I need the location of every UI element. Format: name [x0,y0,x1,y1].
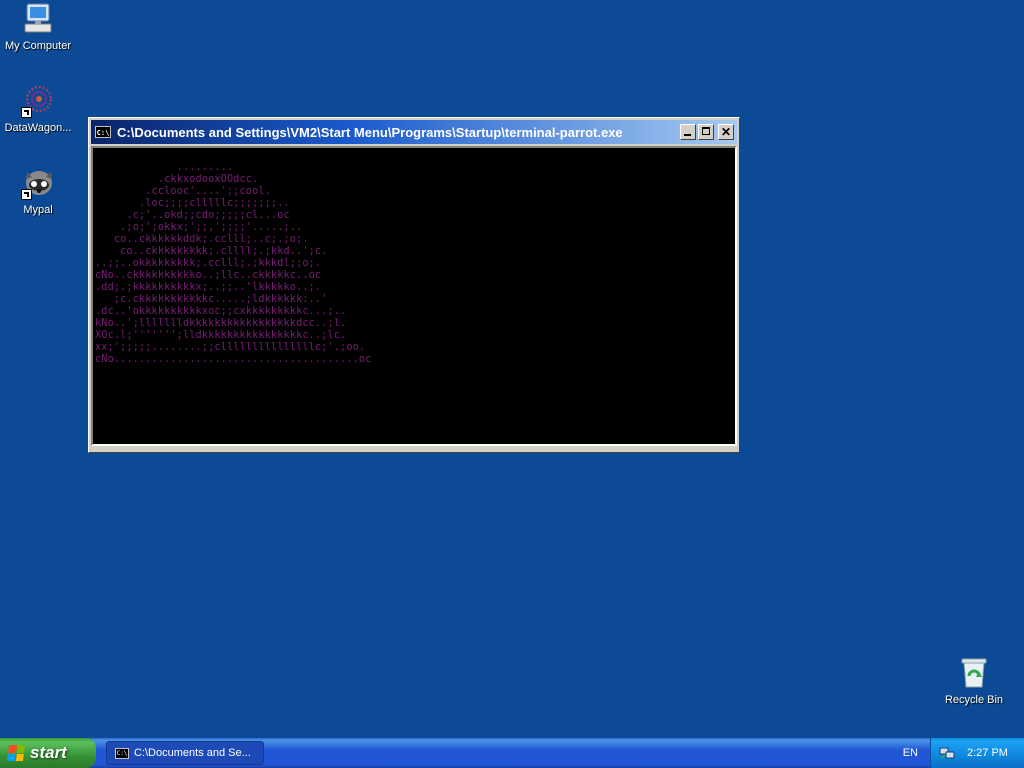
desktop-icon-datawagon[interactable]: DataWagon... [0,84,78,135]
taskbar: start C:\ C:\Documents and Se... EN 2:27… [0,738,1024,768]
network-icon[interactable] [939,746,955,760]
console-window[interactable]: C:\ C:\Documents and Settings\VM2\Start … [88,117,740,453]
windows-logo-icon [6,745,26,761]
console-app-icon[interactable]: C:\ [95,126,111,138]
mypal-shortcut-icon [21,166,55,200]
start-label: start [30,743,67,762]
desktop-icon-label: My Computer [4,40,72,52]
minimize-icon [684,134,691,136]
console-text: ......... .ckkxodooxOOdcc. .cclooc'....'… [95,162,372,365]
desktop-icon-recycle-bin[interactable]: Recycle Bin [934,656,1014,707]
desktop-icon-label: Recycle Bin [944,694,1004,706]
my-computer-icon [21,2,55,36]
console-app-icon: C:\ [115,747,129,759]
start-button[interactable]: start [0,738,96,768]
close-icon: ✕ [720,125,732,139]
desktop-icon-mypal[interactable]: Mypal [0,166,78,217]
desktop-icon-my-computer[interactable]: My Computer [0,2,78,53]
shortcut-arrow-icon [21,107,32,118]
minimize-button[interactable] [680,124,696,140]
window-title: C:\Documents and Settings\VM2\Start Menu… [117,124,623,140]
maximize-button[interactable] [698,124,714,140]
maximize-icon [702,127,710,135]
recycle-bin-icon [957,656,991,690]
language-indicator[interactable]: EN [903,747,918,759]
close-button[interactable]: ✕ [718,124,734,140]
shortcut-arrow-icon [21,189,32,200]
console-output-area[interactable]: ......... .ckkxodooxOOdcc. .cclooc'....'… [91,146,737,446]
desktop-icon-label: DataWagon... [4,122,72,134]
datawagon-shortcut-icon [21,84,55,118]
clock[interactable]: 2:27 PM [967,747,1008,759]
window-titlebar[interactable]: C:\ C:\Documents and Settings\VM2\Start … [91,120,737,144]
taskbar-item-console[interactable]: C:\ C:\Documents and Se... [106,741,264,765]
desktop-icon-label: Mypal [23,204,53,216]
taskbar-item-label: C:\Documents and Se... [134,747,251,759]
system-tray: 2:27 PM [930,738,1024,768]
